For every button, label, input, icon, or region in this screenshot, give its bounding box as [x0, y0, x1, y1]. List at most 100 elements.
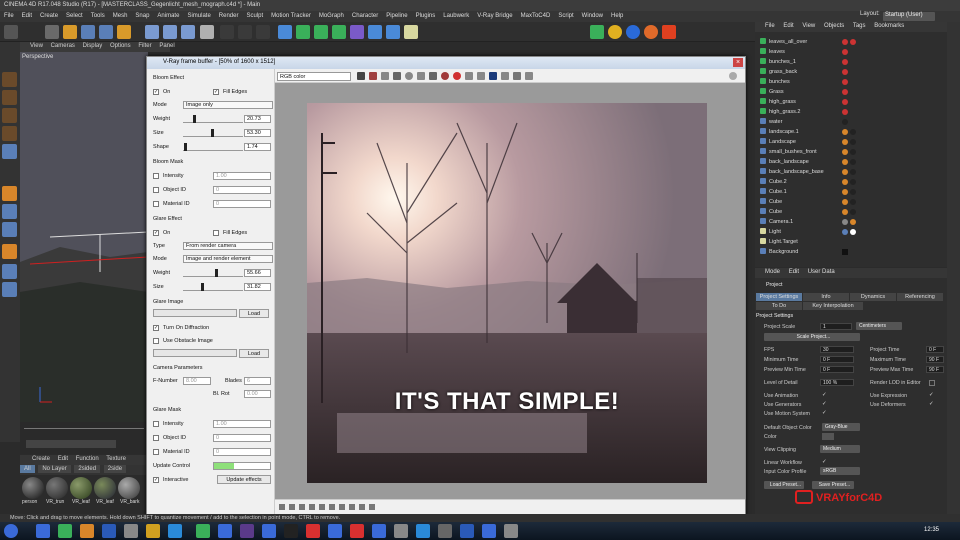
render-lod-checkbox[interactable] [929, 380, 935, 386]
material-swatch[interactable] [70, 477, 92, 499]
tool-icon[interactable] [319, 504, 325, 510]
app-icon[interactable] [58, 524, 72, 538]
material-menu-item[interactable]: Texture [106, 456, 126, 462]
vray-icon[interactable] [626, 25, 640, 39]
render-stop-icon[interactable] [441, 72, 449, 80]
y-axis-icon[interactable] [163, 25, 177, 39]
tab-to-do[interactable]: To Do [756, 302, 802, 310]
layout-icon[interactable] [662, 25, 676, 39]
tool-icon[interactable] [2, 264, 17, 279]
tool-icon[interactable] [2, 90, 17, 105]
menu-item[interactable]: Select [66, 13, 83, 20]
history-icon[interactable] [465, 72, 473, 80]
glare-mask-material-id-checkbox[interactable] [153, 449, 159, 455]
region-icon[interactable] [405, 72, 413, 80]
tab-referencing[interactable]: Referencing [897, 293, 943, 301]
tool-icon[interactable] [2, 186, 17, 201]
object-row[interactable]: Grass [760, 88, 945, 98]
app-icon[interactable] [438, 524, 452, 538]
bloom-mask-intensity-checkbox[interactable] [153, 173, 159, 179]
info-icon[interactable] [525, 72, 533, 80]
tool-icon[interactable] [309, 504, 315, 510]
menu-item[interactable]: Laubwerk [443, 13, 469, 20]
deformer-icon[interactable] [350, 25, 364, 39]
app-icon[interactable] [196, 524, 210, 538]
lut-icon[interactable] [477, 72, 485, 80]
menu-item[interactable]: Help [611, 13, 623, 20]
app-icon[interactable] [218, 524, 232, 538]
bloom-size-slider[interactable] [183, 129, 243, 137]
app-icon[interactable] [416, 524, 430, 538]
object-row[interactable]: Cube.1 [760, 188, 945, 198]
attribute-menu-item[interactable]: Edit [789, 269, 799, 275]
menu-item[interactable]: Render [219, 13, 239, 20]
menu-item[interactable]: Plugins [416, 13, 436, 20]
track-icon[interactable] [417, 72, 425, 80]
object-row[interactable]: bunches_1 [760, 58, 945, 68]
obstacle-load-button[interactable]: Load [239, 349, 269, 358]
tab-key-interpolation[interactable]: Key Interpolation [803, 302, 863, 310]
bloom-shape-field[interactable]: 1.74 [244, 143, 271, 151]
lod-field[interactable]: 100 % [820, 379, 854, 386]
app-icon[interactable] [36, 524, 50, 538]
object-row[interactable]: back_landscape_base [760, 168, 945, 178]
obstacle-checkbox[interactable] [153, 338, 159, 344]
tool-icon[interactable] [289, 504, 295, 510]
viewport[interactable] [20, 42, 148, 422]
object-row[interactable]: Light.Target [760, 238, 945, 248]
bloom-mask-intensity-field[interactable]: 1.00 [213, 172, 271, 180]
tool-icon[interactable] [2, 144, 17, 159]
menu-item[interactable]: Motion Tracker [271, 13, 311, 20]
app-icon[interactable] [504, 524, 518, 538]
menu-item[interactable]: Animate [157, 13, 179, 20]
scale-project-button[interactable]: Scale Project... [764, 333, 860, 341]
slider-knob[interactable] [215, 269, 218, 277]
object-row[interactable]: Cube [760, 198, 945, 208]
app-icon[interactable] [394, 524, 408, 538]
menu-item[interactable]: MaxToC4D [521, 13, 551, 20]
linear-workflow-check[interactable]: ✓ [822, 459, 826, 465]
default-color-select[interactable]: Gray-Blue [822, 423, 860, 431]
glare-mask-material-id-field[interactable]: 0 [213, 448, 271, 456]
object-row[interactable]: back_landscape [760, 158, 945, 168]
layout-select[interactable]: Startup (User) [883, 12, 935, 21]
attribute-menu-item[interactable]: User Data [808, 269, 835, 275]
material-swatch[interactable] [46, 477, 68, 499]
glare-mask-object-id-checkbox[interactable] [153, 435, 159, 441]
color-swatch[interactable] [822, 433, 834, 440]
s-icon[interactable] [644, 25, 658, 39]
min-time-field[interactable]: 0 F [820, 356, 854, 363]
move-icon[interactable] [63, 25, 77, 39]
menu-item[interactable]: Create [40, 13, 58, 20]
glare-weight-field[interactable]: 55.66 [244, 269, 271, 277]
material-tab[interactable]: 2sided [74, 465, 101, 473]
scene-icon[interactable] [368, 25, 382, 39]
render-view[interactable]: IT'S THAT SIMPLE! [275, 83, 745, 499]
object-menu-item[interactable]: Tags [853, 23, 866, 29]
bloom-size-field[interactable]: 53.30 [244, 129, 271, 137]
bloom-shape-slider[interactable] [183, 143, 243, 151]
slider-knob[interactable] [201, 283, 204, 291]
use-expression-check[interactable]: ✓ [929, 392, 933, 398]
material-menu-item[interactable]: Create [32, 456, 50, 462]
update-effects-button[interactable]: Update effects [217, 475, 271, 484]
input-color-select[interactable]: sRGB [820, 467, 860, 475]
bloom-mask-material-id-field[interactable]: 0 [213, 200, 271, 208]
z-axis-icon[interactable] [181, 25, 195, 39]
glare-type-select[interactable]: From render camera [183, 242, 273, 250]
app-icon[interactable] [124, 524, 138, 538]
object-row[interactable]: leaves_all_over [760, 38, 945, 48]
bloom-on-checkbox[interactable]: ✓ [153, 89, 159, 95]
light-icon[interactable] [404, 25, 418, 39]
object-row[interactable]: Light [760, 228, 945, 238]
interactive-checkbox[interactable]: ✓ [153, 477, 159, 483]
viewport-menu-item[interactable]: Filter [138, 43, 151, 49]
glare-on-checkbox[interactable]: ✓ [153, 230, 159, 236]
app-icon[interactable] [306, 524, 320, 538]
max-time-field[interactable]: 90 F [926, 356, 944, 363]
menu-item[interactable]: MoGraph [319, 13, 344, 20]
glare-fill-edges-checkbox[interactable] [213, 230, 219, 236]
object-row[interactable]: small_bushes_front [760, 148, 945, 158]
object-menu-item[interactable]: Edit [783, 23, 793, 29]
glare-mode-select[interactable]: Image and render element [183, 255, 273, 263]
